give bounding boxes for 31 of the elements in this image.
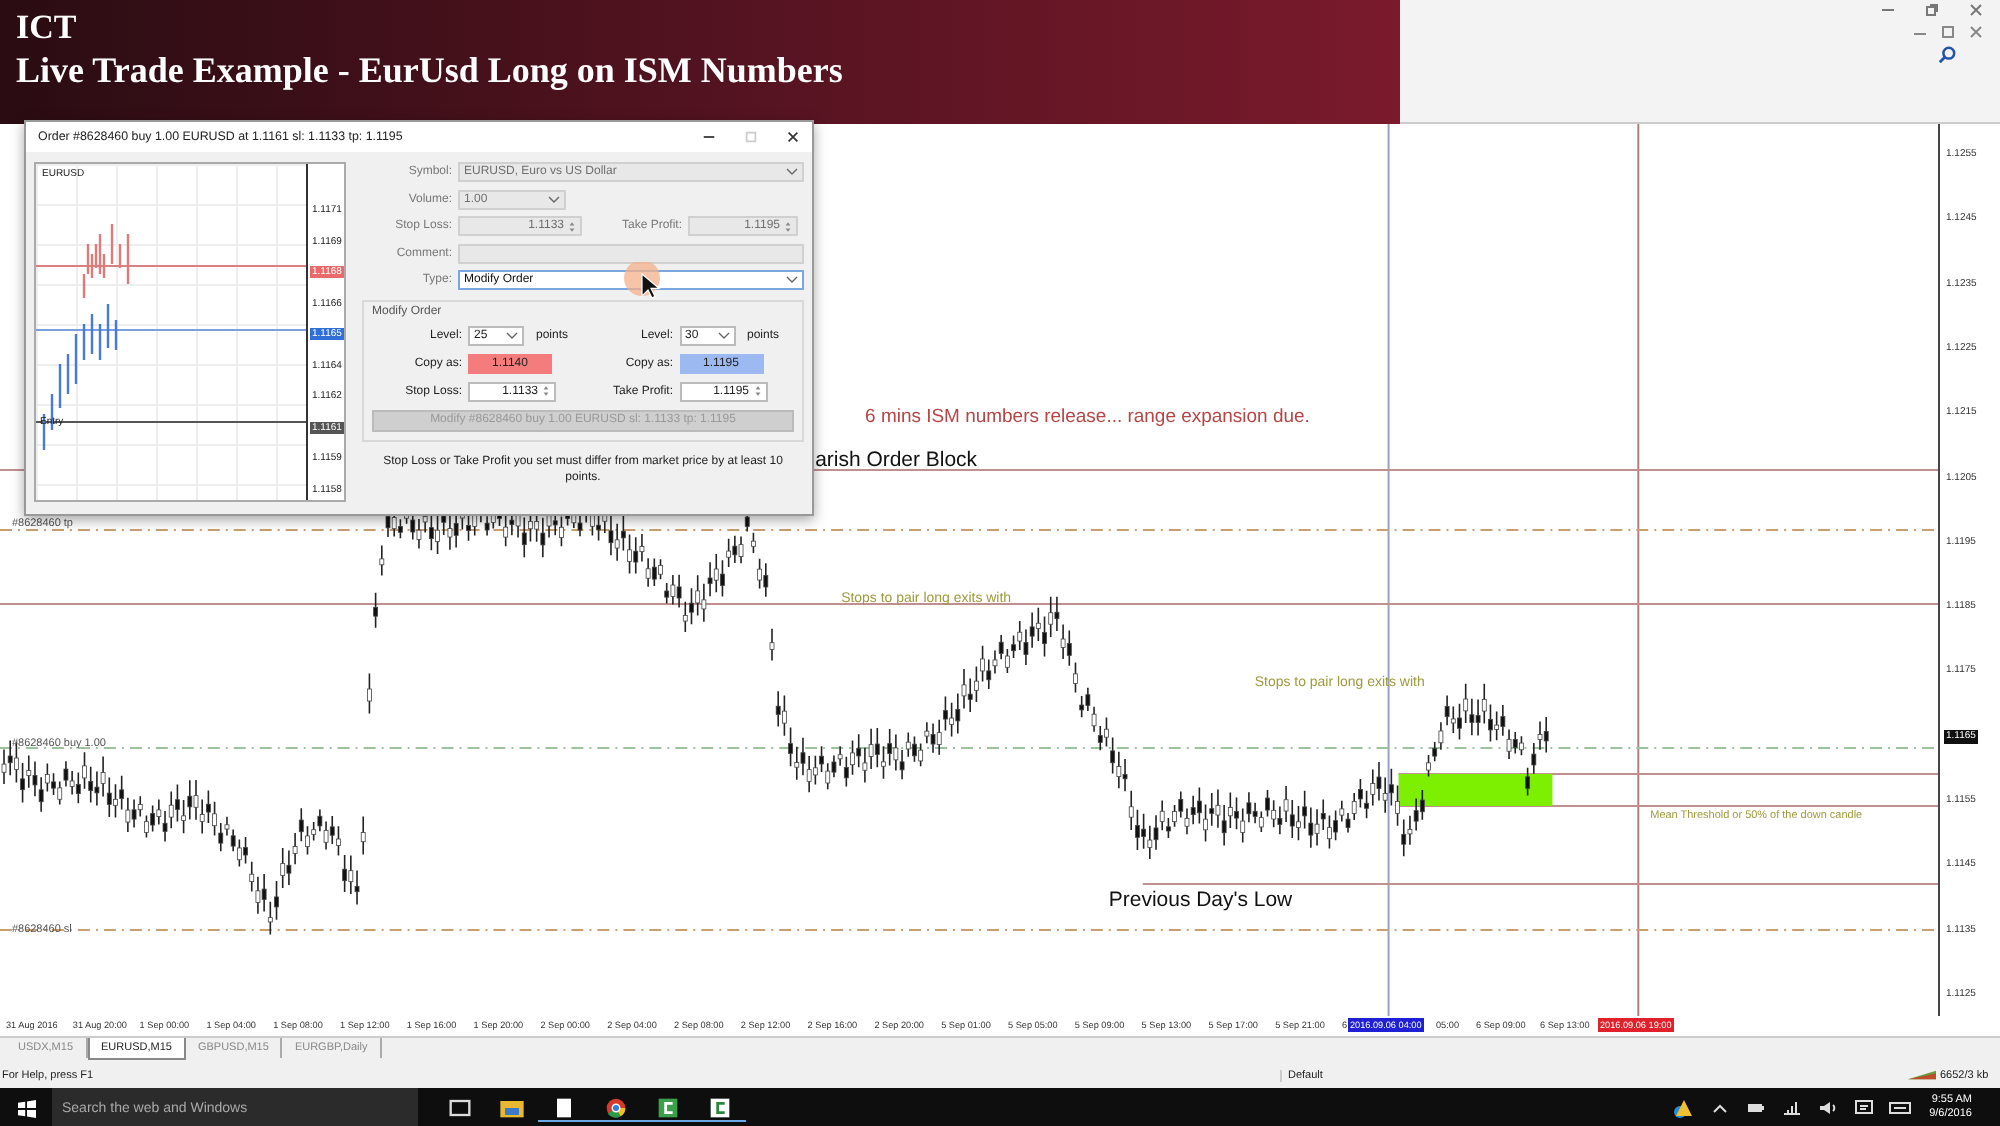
- banner-title: ICT: [16, 8, 79, 48]
- connection-icon: [1908, 1070, 1936, 1080]
- volume-icon[interactable]: [1815, 1098, 1840, 1118]
- caret-icon: [506, 331, 518, 339]
- app-icon[interactable]: [694, 1095, 746, 1121]
- caret-icon: [786, 168, 798, 176]
- close-icon[interactable]: [786, 130, 800, 144]
- spinner-arrows-icon: [542, 384, 550, 398]
- chart-annotation: 6 mins ISM numbers release... range expansion due.: [865, 406, 1310, 428]
- warning-icon[interactable]: [1671, 1098, 1696, 1118]
- caret-icon: [548, 195, 560, 203]
- keyboard-icon[interactable]: [1887, 1098, 1912, 1118]
- search-icon[interactable]: [1938, 46, 1956, 64]
- spinner-arrows-icon: [753, 384, 761, 398]
- browser-icon[interactable]: [590, 1095, 642, 1121]
- app-icon[interactable]: [642, 1095, 694, 1121]
- chart-annotation: Previous Day's Low: [1108, 890, 1293, 912]
- notifications-icon[interactable]: [1851, 1098, 1876, 1118]
- spinner-arrows-icon: [784, 219, 792, 233]
- maximize-icon[interactable]: [1940, 24, 1956, 40]
- network-icon[interactable]: [1779, 1098, 1804, 1118]
- document-icon[interactable]: [538, 1095, 590, 1121]
- caret-icon: [786, 276, 798, 284]
- minimize-icon[interactable]: [702, 130, 716, 144]
- battery-icon[interactable]: [1743, 1098, 1768, 1118]
- windows-start-icon[interactable]: [18, 1099, 36, 1117]
- spinner-arrows-icon: [568, 219, 576, 233]
- restore-icon[interactable]: [1924, 2, 1940, 18]
- chart-annotation: arish Order Block: [815, 450, 978, 472]
- banner-subtitle: Live Trade Example - EurUsd Long on ISM Numbers: [16, 48, 845, 92]
- caret-icon: [717, 331, 729, 339]
